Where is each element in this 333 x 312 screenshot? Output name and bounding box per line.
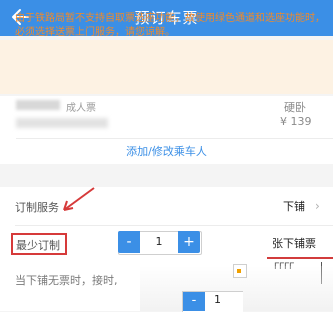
ticket-price: ¥ 139 — [280, 115, 312, 128]
ticket-type: 成人票 — [66, 103, 96, 114]
annotation-underline — [267, 257, 333, 259]
checkbox-mark-icon — [237, 269, 241, 273]
passenger-id-redacted — [16, 118, 108, 128]
add-passenger-link[interactable]: 添加/修改乘车人 — [0, 143, 333, 159]
annotation-arrow-icon — [63, 187, 95, 211]
passenger-name-redacted — [16, 100, 60, 110]
decrement-button[interactable]: - — [118, 231, 140, 253]
notice-text: 由于铁路局暂不支持自取票选座功能，故使用绿色通道和选座功能时，必须选择送票上门服… — [15, 13, 325, 38]
chevron-right-icon[interactable]: › — [315, 199, 320, 213]
service-label: 订制服务 — [15, 201, 59, 214]
quantity-value[interactable]: 1 — [140, 231, 178, 253]
fallback-decrement-button[interactable]: - — [183, 292, 205, 311]
divider — [15, 225, 333, 226]
service-value[interactable]: 下铺 — [283, 198, 305, 214]
divider — [16, 138, 333, 139]
seat-type: 硬卧 — [284, 101, 306, 114]
minimum-order-label: 最少订制 — [16, 239, 60, 252]
notice-banner — [0, 40, 333, 94]
fallback-text: 当下铺无票时，接时, — [15, 274, 118, 287]
increment-button[interactable]: + — [178, 231, 200, 253]
lower-berth-count-label: 张下铺票 — [272, 237, 316, 250]
fallback-quantity-value[interactable]: 1 — [214, 293, 221, 306]
